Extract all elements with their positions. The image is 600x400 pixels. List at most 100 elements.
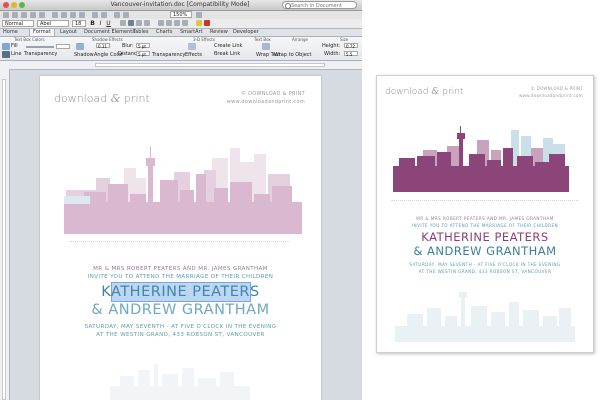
- create-link-button[interactable]: Create Link: [214, 43, 242, 49]
- name-andrew[interactable]: & ANDREW GRANTHAM: [40, 300, 321, 320]
- card-brand-logo: download & print: [385, 87, 463, 97]
- cut-icon[interactable]: [52, 12, 58, 18]
- sidebar-icon[interactable]: [114, 12, 120, 18]
- card-invite-line: INVITE YOU TO ATTEND THE MARRIAGE OF THE…: [411, 223, 559, 228]
- title-bar: Vancouver-invitation.doc [Compatibility …: [0, 0, 362, 11]
- blur-field[interactable]: 5 pt: [136, 43, 150, 49]
- paste-icon[interactable]: [70, 12, 76, 18]
- height-label: Height:: [322, 43, 341, 49]
- word-window: Vancouver-invitation.doc [Compatibility …: [0, 0, 362, 400]
- justify-icon[interactable]: [144, 20, 150, 26]
- card-parents-line: MR & MRS ROBERT PEATERS AND MR. JAMES GR…: [416, 216, 554, 221]
- bold-button[interactable]: B: [89, 20, 96, 27]
- font-select[interactable]: Abel: [37, 20, 69, 27]
- parents-line: MR & MRS ROBERT PEATERS AND MR. JAMES GR…: [93, 266, 268, 272]
- close-window-button[interactable]: [3, 2, 9, 8]
- horizontal-ruler[interactable]: [0, 61, 362, 70]
- tab-smartart[interactable]: SmartArt: [180, 29, 203, 36]
- tab-format[interactable]: Format: [29, 29, 55, 36]
- tab-document-elements[interactable]: Document Elements: [84, 29, 135, 36]
- break-link-button[interactable]: Break Link: [214, 51, 240, 57]
- fill-icon[interactable]: [2, 43, 10, 50]
- card-name-andrew: & ANDREW GRANTHAM: [413, 244, 557, 258]
- font-color-icon[interactable]: [204, 20, 210, 26]
- wrap-to-object-label: Wrap to Object: [274, 52, 312, 58]
- brand-word-print: print: [124, 92, 150, 105]
- align-right-icon[interactable]: [136, 20, 142, 26]
- brand-website: www.downloadandprint.com: [226, 99, 305, 105]
- minimize-window-button[interactable]: [11, 2, 17, 8]
- save-icon[interactable]: [30, 12, 36, 18]
- format-painter-icon[interactable]: [79, 12, 85, 18]
- group-label-text-box: Text Box: [254, 37, 271, 42]
- name-katherine[interactable]: KATHERINE PEATERS: [40, 282, 321, 302]
- blur-label: Blur:: [122, 43, 134, 49]
- height-field[interactable]: 0.72: [344, 43, 358, 49]
- zoom-window-button[interactable]: [19, 2, 25, 8]
- vertical-ruler[interactable]: [0, 69, 10, 400]
- ruler-margin-area: [95, 63, 325, 67]
- tab-tables[interactable]: Tables: [133, 29, 149, 36]
- decrease-indent-icon[interactable]: [174, 20, 180, 26]
- print-icon[interactable]: [39, 12, 45, 18]
- faint-skyline-illustration: [110, 364, 250, 400]
- card-brand-word-print: print: [442, 87, 464, 97]
- help-icon[interactable]: [196, 12, 202, 18]
- font-size-select[interactable]: 18: [72, 20, 86, 27]
- increase-indent-icon[interactable]: [182, 20, 188, 26]
- align-left-icon[interactable]: [120, 20, 126, 26]
- distance-field[interactable]: 5 pt: [136, 51, 150, 57]
- effects-label: Effects: [185, 52, 202, 58]
- numbering-icon[interactable]: [166, 20, 172, 26]
- card-fold-line: [391, 200, 579, 201]
- tab-developer[interactable]: Developer: [233, 29, 259, 36]
- vertical-ruler-margin-area: [2, 79, 6, 400]
- shadow-icon[interactable]: [76, 43, 84, 50]
- underline-button[interactable]: U: [105, 20, 112, 27]
- ribbon-tab-bar: Home Format Layout Document Elements Tab…: [0, 29, 362, 37]
- invite-line: INVITE YOU TO ATTEND THE MARRIAGE OF THE…: [87, 274, 274, 280]
- date-line: SATURDAY, MAY SEVENTH - AT FIVE O'CLOCK …: [84, 324, 277, 330]
- brand-copyright: © DOWNLOAD & PRINT: [240, 91, 305, 97]
- transparency-slider[interactable]: [26, 46, 54, 48]
- wrap-text-icon[interactable]: [262, 43, 270, 50]
- card-skyline-illustration: [393, 126, 569, 192]
- venue-line: AT THE WESTIN GRAND, 433 ROBSON ST, VANC…: [96, 332, 265, 338]
- tab-review[interactable]: Review: [210, 29, 228, 36]
- align-center-icon[interactable]: [128, 20, 134, 26]
- 3d-effects-icon[interactable]: [188, 43, 196, 50]
- ribbon: Text Box Colors Shadow Effects 3-D Effec…: [0, 37, 362, 61]
- italic-button[interactable]: I: [97, 20, 104, 27]
- undo-icon[interactable]: [92, 12, 98, 18]
- style-select[interactable]: Normal: [2, 20, 34, 27]
- new-document-icon[interactable]: [3, 12, 9, 18]
- card-brand-copyright: © DOWNLOAD & PRINT: [530, 86, 583, 91]
- angle-field[interactable]: 0.11: [96, 43, 110, 49]
- formatting-toolbar: Normal Abel 18 B I U: [0, 19, 362, 29]
- tab-charts[interactable]: Charts: [156, 29, 172, 36]
- redo-icon[interactable]: [101, 12, 107, 18]
- zoom-select[interactable]: 150%: [170, 11, 192, 18]
- open-icon[interactable]: [21, 12, 27, 18]
- group-label-3d-effects: 3-D Effects: [193, 37, 215, 42]
- card-faint-skyline-illustration: [395, 292, 575, 342]
- toolbox-icon[interactable]: [123, 12, 129, 18]
- brand-ampersand: &: [110, 92, 121, 105]
- highlight-icon[interactable]: [196, 20, 202, 26]
- skyline-illustration: [64, 146, 302, 234]
- width-field[interactable]: 5.5: [344, 51, 358, 57]
- shadow-label: Shadow: [74, 52, 94, 58]
- document-page[interactable]: download & print © DOWNLOAD & PRINT www.…: [40, 76, 321, 400]
- templates-icon[interactable]: [12, 12, 18, 18]
- tab-home[interactable]: Home: [3, 29, 18, 36]
- tab-layout[interactable]: Layout: [60, 29, 77, 36]
- group-label-shadow-effects: Shadow Effects: [92, 37, 123, 42]
- card-brand-website: www.downloadandprint.com: [519, 93, 583, 98]
- line-icon[interactable]: [2, 51, 10, 58]
- card-date-line: SATURDAY, MAY SEVENTH - AT FIVE O'CLOCK …: [409, 262, 561, 267]
- copy-icon[interactable]: [61, 12, 67, 18]
- transparency-field[interactable]: [56, 44, 70, 49]
- group-label-arrange: Arrange: [292, 37, 308, 42]
- search-input[interactable]: Search in Document: [282, 1, 357, 9]
- bullets-icon[interactable]: [158, 20, 164, 26]
